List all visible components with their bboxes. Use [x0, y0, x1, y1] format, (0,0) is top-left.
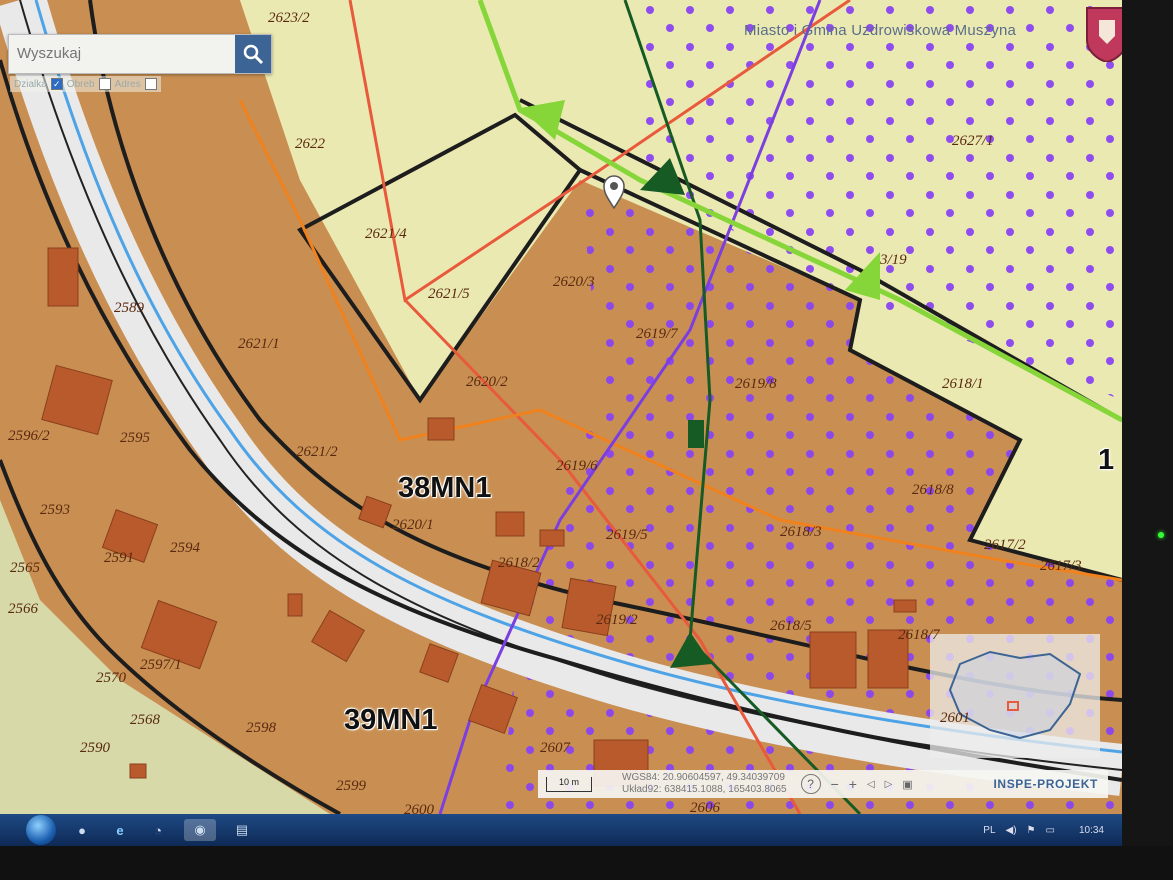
- parcel-label: 2590: [80, 740, 110, 756]
- active-window-icon[interactable]: ◉: [184, 819, 216, 841]
- clock[interactable]: 10:34: [1079, 825, 1104, 836]
- parcel-label: 2619/5: [606, 527, 648, 543]
- parcel-label: 2595: [120, 430, 150, 446]
- parcel-label: 2622: [295, 136, 325, 152]
- parcel-label: 3/19: [880, 252, 907, 268]
- parcel-label: 2627/1: [952, 133, 994, 149]
- building: [809, 631, 857, 689]
- parcel-label: 2607: [540, 740, 570, 756]
- parcel-label: 2618/7: [898, 627, 940, 643]
- print-icon[interactable]: ▣: [902, 778, 912, 791]
- parcel-label: 2589: [114, 300, 144, 316]
- coordinate-readout: WGS84: 20.90604597, 49.34039709 Układ92:…: [622, 772, 787, 796]
- parcel-label: 2601: [940, 710, 970, 726]
- parcel-label: 2618/2: [498, 555, 540, 571]
- parcel-label: 2621/2: [296, 444, 338, 460]
- filter-checkbox-obreb[interactable]: [98, 78, 111, 90]
- parcel-label: 2593: [40, 502, 70, 518]
- filter-checkbox-dzialka[interactable]: ✓: [50, 78, 63, 90]
- help-icon[interactable]: ?: [800, 774, 821, 794]
- map-status-bar: 10 m WGS84: 20.90604597, 49.34039709 Ukł…: [538, 770, 1108, 798]
- filter-label-obreb: Obreb: [66, 78, 95, 90]
- parcel-label: 2597/1: [140, 657, 182, 673]
- parcel-label: 2620/3: [553, 274, 595, 290]
- parcel-label: 2566: [8, 601, 38, 617]
- folder-icon[interactable]: ▤: [230, 819, 254, 841]
- parcel-label: 2618/8: [912, 482, 954, 498]
- start-icon[interactable]: [26, 815, 56, 845]
- header-title: Miasto i Gmina Uzdrowiskowa Muszyna: [744, 22, 1017, 39]
- zone-label-38mn1: 38MN1: [398, 472, 492, 504]
- system-tray: PL ◀) ⚑ ▭ 10:34: [983, 825, 1104, 836]
- zoom-in-button[interactable]: +: [849, 776, 857, 792]
- windows-taskbar: ● e ◔ ◉ ▤ PL ◀) ⚑ ▭ 10:34: [0, 814, 1122, 846]
- zone-label-partial: 1: [1098, 444, 1115, 476]
- parcel-label: 2621/1: [238, 336, 280, 352]
- parcel-label: 2594: [170, 540, 200, 556]
- search-input[interactable]: [9, 35, 235, 71]
- parcel-label: 2619/7: [636, 326, 678, 342]
- search-filters: Dzialka ✓ Obreb Adres: [10, 76, 161, 92]
- network-icon[interactable]: ▭: [1046, 825, 1055, 836]
- building: [47, 247, 79, 307]
- scale-label: 10 m: [558, 776, 579, 787]
- parcel-label: 2596/2: [8, 428, 50, 444]
- parcel-label: 2621/5: [428, 286, 470, 302]
- parcel-label: 2598: [246, 720, 276, 736]
- zone-label-39mn1: 39MN1: [344, 704, 438, 736]
- pan-left-button[interactable]: ◁: [867, 779, 875, 790]
- filter-label-adres: Adres: [114, 78, 141, 90]
- parcel-label: 2599: [336, 778, 366, 794]
- puwg-label: Układ92:: [622, 784, 662, 795]
- parcel-label: 2618/1: [942, 376, 984, 392]
- wgs84-value: 20.90604597, 49.34039709: [662, 772, 785, 783]
- building: [129, 763, 147, 779]
- pan-right-button[interactable]: ▷: [885, 779, 893, 790]
- dark-green-marker: [688, 420, 704, 448]
- ie-icon[interactable]: e: [108, 819, 132, 841]
- parcel-label: 2617/3: [1040, 558, 1082, 574]
- parcel-label: 2591: [104, 550, 134, 566]
- parcel-label: 2619/8: [735, 376, 777, 392]
- puwg-value: 638415.1088, 165403.8065: [664, 784, 787, 795]
- volume-icon[interactable]: ◀): [1006, 825, 1017, 836]
- parcel-label: 2617/2: [984, 537, 1026, 553]
- parcel-label: 2619/6: [556, 458, 598, 474]
- filter-checkbox-adres[interactable]: [144, 78, 157, 90]
- flag-icon[interactable]: ⚑: [1027, 825, 1036, 836]
- parcel-label: 2618/3: [780, 524, 822, 540]
- browser-icon[interactable]: ◔: [146, 819, 170, 841]
- building: [287, 593, 303, 617]
- media-icon[interactable]: ●: [70, 819, 94, 841]
- building: [893, 599, 917, 613]
- search-icon: [243, 44, 264, 65]
- parcel-label: 2620/2: [466, 374, 508, 390]
- building: [495, 511, 525, 537]
- map-canvas[interactable]: [0, 0, 1173, 880]
- search-button[interactable]: [235, 35, 271, 73]
- power-led: [1158, 532, 1164, 538]
- monitor-bezel-bottom: [0, 846, 1173, 880]
- parcel-label: 2618/5: [770, 618, 812, 634]
- parcel-label: 2568: [130, 712, 160, 728]
- parcel-label: 2565: [10, 560, 40, 576]
- filter-label-dzialka: Dzialka: [14, 78, 47, 90]
- parcel-label: 2570: [96, 670, 126, 686]
- building: [539, 529, 565, 547]
- language-indicator[interactable]: PL: [983, 825, 995, 836]
- parcel-label: 2623/2: [268, 10, 310, 26]
- parcel-label: 2619/2: [596, 612, 638, 628]
- building: [427, 417, 455, 441]
- parcel-label: 2621/4: [365, 226, 407, 242]
- search-box: [8, 34, 272, 74]
- scale-bar: 10 m: [546, 776, 592, 792]
- parcel-label: 2620/1: [392, 517, 434, 533]
- zoom-out-button[interactable]: −: [831, 776, 839, 792]
- monitor-bezel: [1122, 0, 1173, 880]
- wgs84-label: WGS84:: [622, 772, 660, 783]
- brand-logo: INSPE-PROJEKT: [993, 777, 1098, 791]
